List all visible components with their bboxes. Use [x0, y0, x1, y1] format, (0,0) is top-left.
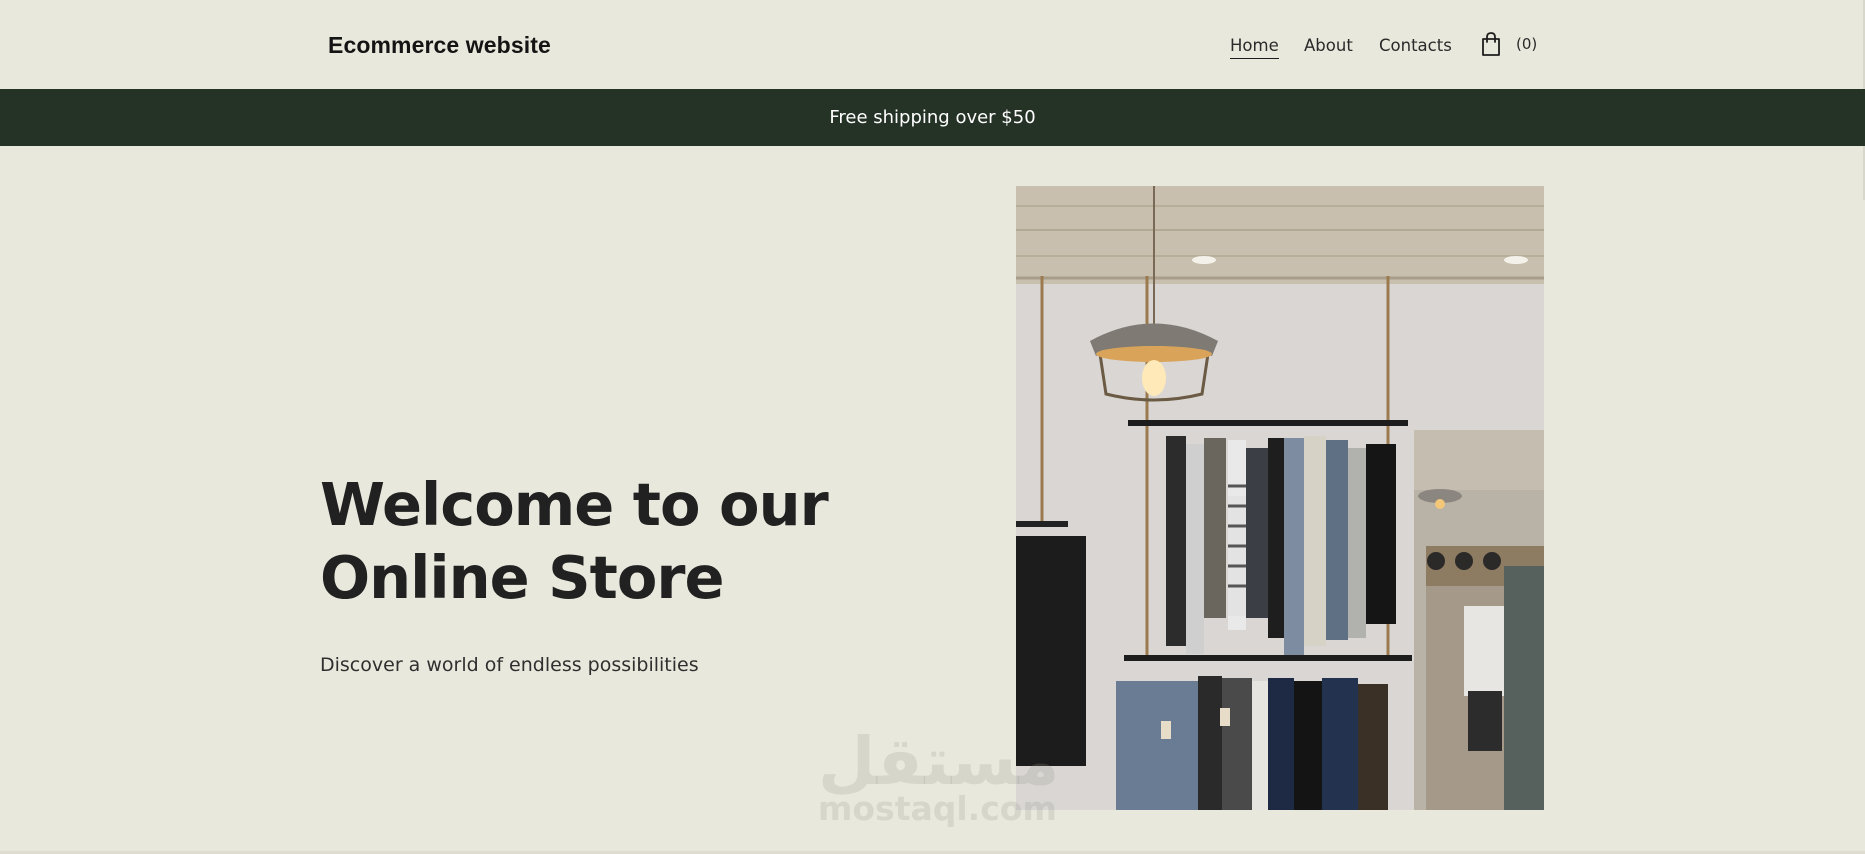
hero-image	[1016, 186, 1544, 810]
nav-home-link[interactable]: Home	[1230, 36, 1279, 59]
nav-about-link[interactable]: About	[1304, 36, 1353, 55]
hero-title-line1: Welcome to our	[320, 470, 829, 539]
watermark-latin: mostaql.com	[818, 789, 1057, 828]
site-logo[interactable]: Ecommerce website	[328, 32, 551, 59]
promo-banner: Free shipping over $50	[0, 89, 1865, 146]
site-header: Ecommerce website Home About Contacts (0…	[0, 0, 1865, 200]
promo-banner-text: Free shipping over $50	[829, 107, 1036, 128]
watermark-arabic: مستقل	[818, 723, 1060, 800]
nav-contacts-link[interactable]: Contacts	[1379, 36, 1452, 55]
shopping-bag-icon	[1482, 32, 1500, 56]
hero-image-drawing	[1016, 186, 1544, 810]
cart-count: (0)	[1516, 35, 1538, 53]
watermark: مستقل mostaql.com	[818, 723, 1060, 828]
cart-button[interactable]: (0)	[1478, 31, 1537, 57]
hero-subtitle: Discover a world of endless possibilitie…	[320, 654, 699, 676]
hero-title-line2: Online Store	[320, 543, 725, 612]
hero-title: Welcome to our Online Store	[320, 468, 880, 614]
